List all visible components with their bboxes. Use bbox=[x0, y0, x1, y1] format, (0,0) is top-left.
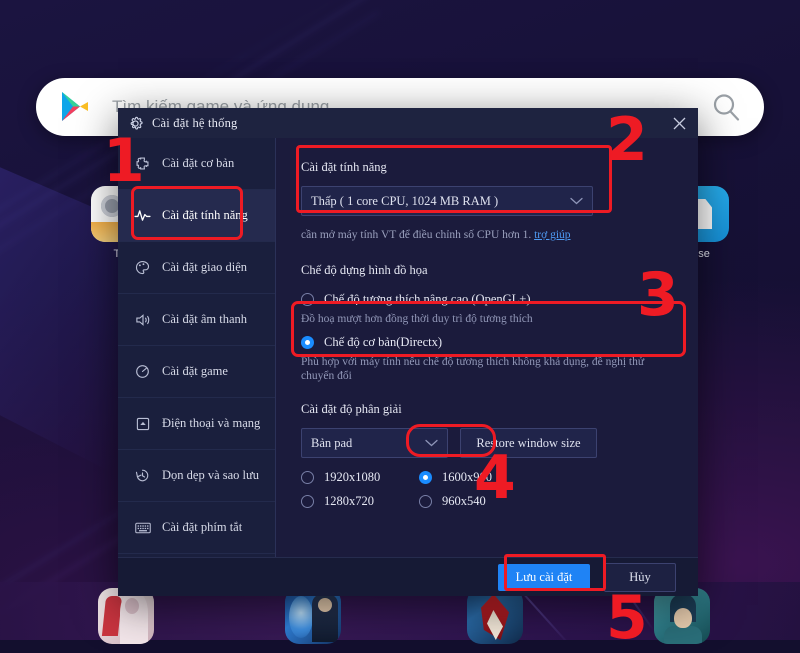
graphics-option-opengl[interactable]: Chế độ tương thích nâng cao (OpenGL+) bbox=[301, 292, 698, 307]
resolution-option-label: 1600x900 bbox=[442, 470, 492, 484]
sidebar-item-basic-settings[interactable]: Cài đặt cơ bản bbox=[118, 138, 275, 190]
shelf-game-icon-4[interactable] bbox=[654, 588, 710, 644]
sidebar-item-sound-settings[interactable]: Cài đặt âm thanh bbox=[118, 294, 275, 346]
search-icon[interactable] bbox=[700, 92, 752, 122]
sidebar-item-game-settings[interactable]: Cài đặt game bbox=[118, 346, 275, 398]
radio-button[interactable] bbox=[301, 471, 314, 484]
graphics-option-label: Chế độ cơ bản(Directx) bbox=[324, 335, 443, 349]
resolution-option-1600x900[interactable]: 1600x900 bbox=[419, 470, 537, 485]
radio-button[interactable] bbox=[419, 495, 432, 508]
resolution-section-heading: Cài đặt độ phân giải bbox=[301, 402, 402, 416]
performance-hint-text: cần mở máy tính VT để điều chỉnh số CPU … bbox=[301, 229, 532, 241]
settings-sidebar: Cài đặt cơ bản Cài đặt tính năng Cài đặt… bbox=[118, 138, 276, 557]
history-clean-icon bbox=[134, 467, 151, 484]
resolution-option-1920x1080[interactable]: 1920x1080 bbox=[301, 470, 419, 485]
palette-icon bbox=[134, 259, 151, 276]
sidebar-item-cleanup-backup[interactable]: Dọn dẹp và sao lưu bbox=[118, 450, 275, 502]
graphics-section-heading: Chế độ dựng hình đồ họa bbox=[301, 263, 428, 277]
sidebar-item-label: Cài đặt cơ bản bbox=[162, 156, 235, 170]
dialog-footer: Lưu cài đặt Hủy bbox=[118, 557, 698, 596]
cancel-button[interactable]: Hủy bbox=[604, 562, 676, 592]
radio-button[interactable] bbox=[301, 495, 314, 508]
sidebar-item-label: Cài đặt tính năng bbox=[162, 208, 248, 222]
performance-dropdown-value: Thấp ( 1 core CPU, 1024 MB RAM ) bbox=[311, 193, 499, 208]
performance-hint-link[interactable]: trợ giúp bbox=[534, 229, 570, 241]
sidebar-item-performance-settings[interactable]: Cài đặt tính năng bbox=[118, 190, 275, 242]
dialog-body: Cài đặt cơ bản Cài đặt tính năng Cài đặt… bbox=[118, 138, 698, 557]
performance-hint: cần mở máy tính VT để điều chỉnh số CPU … bbox=[301, 229, 698, 241]
sidebar-item-label: Dọn dẹp và sao lưu bbox=[162, 468, 260, 482]
dialog-title-bar: Cài đặt hệ thống bbox=[118, 108, 698, 138]
graphics-option-directx[interactable]: Chế độ cơ bản(Directx) bbox=[301, 335, 698, 350]
sidebar-item-label: Cài đặt game bbox=[162, 364, 228, 378]
radio-button-selected[interactable] bbox=[301, 336, 314, 349]
resolution-dropdown[interactable]: Bản pad bbox=[301, 428, 448, 458]
gamepad-icon bbox=[134, 363, 151, 380]
restore-window-size-button[interactable]: Restore window size bbox=[460, 428, 597, 458]
shelf-game-icon-1[interactable] bbox=[98, 588, 154, 644]
system-settings-dialog: Cài đặt hệ thống Cài đặt cơ bản Cài đặt … bbox=[118, 108, 698, 596]
radio-button[interactable] bbox=[301, 293, 314, 306]
gear-icon bbox=[128, 116, 143, 131]
close-icon[interactable] bbox=[668, 112, 690, 134]
phone-network-icon bbox=[134, 415, 151, 432]
shelf-game-icon-3[interactable] bbox=[467, 588, 523, 644]
performance-section-heading: Cài đặt tính năng bbox=[301, 160, 387, 174]
graphics-option-desc: Đồ hoạ mượt hơn đồng thời duy trì độ tươ… bbox=[301, 313, 533, 325]
resolution-option-1280x720[interactable]: 1280x720 bbox=[301, 494, 419, 509]
sidebar-item-label: Cài đặt âm thanh bbox=[162, 312, 248, 326]
resolution-options: 1920x1080 1600x900 1280x720 960x540 bbox=[301, 470, 611, 509]
resolution-dropdown-value: Bản pad bbox=[311, 435, 353, 450]
shelf-game-icon-2[interactable] bbox=[285, 588, 341, 644]
keyboard-icon bbox=[134, 519, 151, 536]
sidebar-item-phone-network[interactable]: Điện thoại và mạng bbox=[118, 398, 275, 450]
sidebar-item-label: Cài đặt phím tắt bbox=[162, 520, 243, 534]
sidebar-item-label: Cài đặt giao diện bbox=[162, 260, 248, 274]
chevron-down-icon bbox=[425, 434, 438, 452]
pulse-icon bbox=[134, 207, 151, 224]
graphics-option-label: Chế độ tương thích nâng cao (OpenGL+) bbox=[324, 292, 531, 306]
puzzle-icon bbox=[134, 155, 151, 172]
radio-button-selected[interactable] bbox=[419, 471, 432, 484]
sidebar-item-shortcut-settings[interactable]: Cài đặt phím tắt bbox=[118, 502, 275, 554]
sound-icon bbox=[134, 311, 151, 328]
sidebar-item-interface-settings[interactable]: Cài đặt giao diện bbox=[118, 242, 275, 294]
resolution-option-label: 1280x720 bbox=[324, 494, 374, 508]
resolution-option-960x540[interactable]: 960x540 bbox=[419, 494, 537, 509]
save-settings-button[interactable]: Lưu cài đặt bbox=[498, 563, 590, 591]
performance-dropdown[interactable]: Thấp ( 1 core CPU, 1024 MB RAM ) bbox=[301, 186, 593, 216]
sidebar-item-label: Điện thoại và mạng bbox=[162, 416, 261, 430]
dialog-title: Cài đặt hệ thống bbox=[152, 115, 238, 130]
resolution-option-label: 1920x1080 bbox=[324, 470, 381, 484]
resolution-option-label: 960x540 bbox=[442, 494, 486, 508]
settings-content-panel: Cài đặt tính năng Thấp ( 1 core CPU, 102… bbox=[276, 138, 698, 557]
chevron-down-icon bbox=[570, 192, 583, 210]
google-play-icon bbox=[60, 91, 90, 123]
graphics-option-desc: Phù hợp với máy tính nếu chế độ tương th… bbox=[301, 356, 645, 382]
